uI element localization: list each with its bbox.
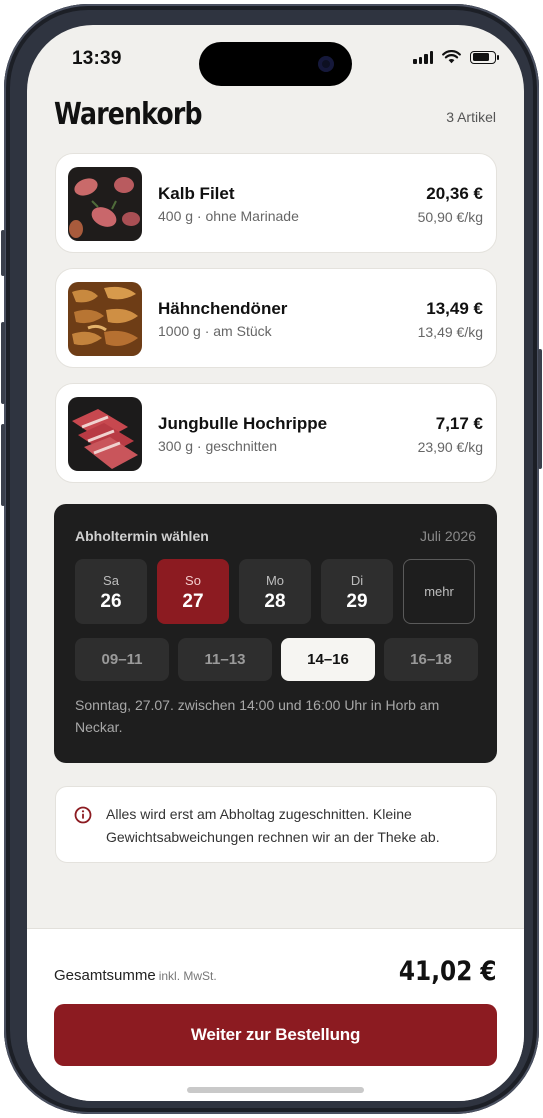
home-indicator[interactable] [187,1087,364,1093]
more-days-button[interactable]: mehr [403,559,475,624]
time-slot-11-13[interactable]: 11–13 [178,638,272,681]
total-value: 41,02 € [399,956,497,987]
day-weekday: Mo [265,573,285,588]
day-option-sa[interactable]: Sa 26 [75,559,147,624]
info-text: Alles wird erst am Abholtag zugeschnitte… [106,806,440,845]
total-label: Gesamtsumme inkl. MwSt. [54,967,217,984]
info-icon [74,806,92,824]
pickup-month: Juli 2026 [419,528,476,544]
cart-item[interactable]: Jungbulle Hochrippe 300 g · geschnitten … [55,383,497,483]
cart-item[interactable]: Kalb Filet 400 g · ohne Marinade 20,36 €… [55,153,497,253]
pickup-panel: Abholtermin wählen Juli 2026 Sa 26 So 27… [54,504,497,763]
power-button [538,349,542,469]
item-name: Jungbulle Hochrippe [158,414,328,433]
page-title: Warenkorb [54,97,203,132]
day-option-so-selected[interactable]: So 27 [157,559,229,624]
phone-frame: 13:39 Warenkorb 3 Artikel Kalb Filet 400… [1,4,542,1114]
item-meta: 300 g · geschnitten [158,438,278,454]
item-name: Hähnchendöner [158,299,288,318]
day-number: 27 [182,591,204,612]
item-price: 20,36 € [426,184,483,203]
item-meta: 1000 g · am Stück [158,323,272,339]
total-label-text: Gesamtsumme [54,967,156,984]
item-price: 7,17 € [435,414,483,433]
info-notice: Alles wird erst am Abholtag zugeschnitte… [55,786,497,863]
dynamic-island [199,42,352,86]
product-image-veal-fillet [68,167,142,241]
day-number: 26 [100,591,122,612]
item-name: Kalb Filet [158,184,235,203]
product-image-beef-rib [68,397,142,471]
time-slot-16-18[interactable]: 16–18 [384,638,478,681]
volume-up-button [1,322,5,404]
item-price: 13,49 € [426,299,483,318]
camera-icon [318,56,334,72]
day-option-mo[interactable]: Mo 28 [239,559,311,624]
more-days-label: mehr [424,584,454,599]
day-option-di[interactable]: Di 29 [321,559,393,624]
day-number: 29 [346,591,368,612]
item-meta: 400 g · ohne Marinade [158,208,299,224]
action-button [1,230,5,276]
pickup-title: Abholtermin wählen [75,528,209,544]
day-weekday: So [185,573,201,588]
item-unit-price: 23,90 €/kg [417,439,483,455]
day-weekday: Di [350,573,364,588]
signal-icon [413,50,433,64]
volume-down-button [1,424,5,506]
status-time: 13:39 [72,48,122,69]
time-slot-09-11[interactable]: 09–11 [75,638,169,681]
continue-to-order-button[interactable]: Weiter zur Bestellung [54,1004,497,1066]
status-icons [413,50,499,64]
pickup-summary: Sonntag, 27.07. zwischen 14:00 und 16:00… [75,697,440,735]
day-number: 28 [264,591,286,612]
time-slot-14-16-selected[interactable]: 14–16 [281,638,375,681]
item-count: 3 Artikel [446,109,496,125]
item-unit-price: 50,90 €/kg [417,209,483,225]
battery-icon [470,50,499,64]
cart-item[interactable]: Hähnchendöner 1000 g · am Stück 13,49 € … [55,268,497,368]
screen: 13:39 Warenkorb 3 Artikel Kalb Filet 400… [27,25,524,1101]
day-weekday: Sa [103,573,119,588]
item-unit-price: 13,49 €/kg [417,324,483,340]
vat-label: inkl. MwSt. [158,969,217,983]
checkout-footer: Gesamtsumme inkl. MwSt. 41,02 € Weiter zu… [27,928,524,1101]
wifi-icon [442,50,461,64]
product-image-chicken-doner [68,282,142,356]
